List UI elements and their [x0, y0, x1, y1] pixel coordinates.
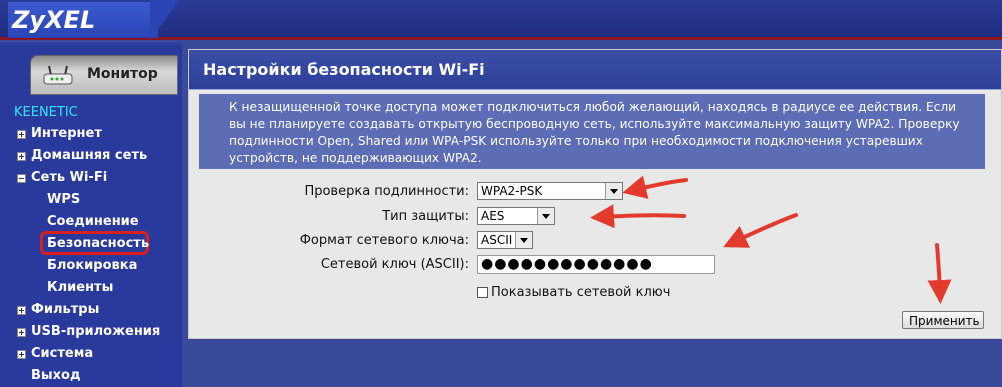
- sidebar-item-clients[interactable]: Клиенты: [0, 277, 182, 299]
- network-key-row: Сетевой ключ (ASCII): ●●●●●●●●●●●●●: [189, 255, 1001, 275]
- apply-button[interactable]: Применить: [902, 311, 984, 329]
- protection-row: Тип защиты: AES: [189, 207, 1001, 227]
- auth-row: Проверка подлинности: WPA2-PSK: [189, 182, 1001, 202]
- show-key-checkbox[interactable]: [477, 287, 488, 298]
- expand-icon[interactable]: [17, 306, 26, 315]
- chevron-down-icon[interactable]: [515, 232, 532, 248]
- sidebar-item-label: Фильтры: [31, 302, 100, 317]
- chevron-down-icon[interactable]: [537, 208, 554, 224]
- sidebar-item-label: Безопасность: [47, 236, 150, 251]
- network-key-input[interactable]: ●●●●●●●●●●●●●: [477, 255, 715, 274]
- protection-label: Тип защиты:: [382, 209, 469, 224]
- info-note: К незащищенной точке доступа может подкл…: [199, 94, 985, 169]
- sidebar-item-home-network[interactable]: Домашняя сеть: [0, 145, 182, 167]
- sidebar-item-usb-apps[interactable]: USB-приложения: [0, 321, 182, 343]
- expand-icon[interactable]: [17, 130, 26, 139]
- zyxel-logo: ZyXEL: [8, 2, 158, 38]
- expand-icon[interactable]: [17, 152, 26, 161]
- show-key-label[interactable]: Показывать сетевой ключ: [491, 285, 670, 300]
- logo-tab-edge: [150, 0, 180, 40]
- main-panel: Настройки безопасности Wi-Fi К незащищен…: [185, 43, 1002, 387]
- sidebar-item-filters[interactable]: Фильтры: [0, 299, 182, 321]
- expand-icon[interactable]: [17, 328, 26, 337]
- page-title: Настройки безопасности Wi-Fi: [203, 60, 485, 79]
- sidebar-item-label: WPS: [47, 192, 81, 207]
- sidebar: Монитор KEENETIC Интернет Домашняя сеть …: [0, 43, 182, 387]
- sidebar-item-label: Сеть Wi-Fi: [31, 170, 108, 185]
- sidebar-item-wifi[interactable]: Сеть Wi-Fi: [0, 167, 182, 189]
- sidebar-item-internet[interactable]: Интернет: [0, 123, 182, 145]
- menu-section-title: KEENETIC: [14, 105, 78, 120]
- panel-title-bar: Настройки безопасности Wi-Fi: [189, 50, 1001, 90]
- monitor-tab[interactable]: Монитор: [30, 55, 178, 95]
- sidebar-item-label: USB-приложения: [31, 324, 161, 339]
- sidebar-item-label: Соединение: [47, 214, 139, 229]
- expand-icon[interactable]: [17, 350, 26, 359]
- key-format-label: Формат сетевого ключа:: [299, 233, 469, 248]
- sidebar-item-label: Система: [31, 346, 94, 361]
- auth-select[interactable]: WPA2-PSK: [477, 182, 623, 200]
- sidebar-item-logout[interactable]: Выход: [0, 365, 182, 387]
- collapse-icon[interactable]: [17, 174, 26, 183]
- network-key-label: Сетевой ключ (ASCII):: [320, 257, 469, 272]
- sidebar-menu: KEENETIC Интернет Домашняя сеть Сеть Wi-…: [0, 101, 182, 387]
- chevron-down-icon[interactable]: [605, 183, 622, 199]
- header-bar: ZyXEL: [0, 0, 1002, 40]
- router-icon: [43, 65, 73, 85]
- monitor-label: Монитор: [87, 66, 158, 82]
- sidebar-item-wps[interactable]: WPS: [0, 189, 182, 211]
- settings-panel: Настройки безопасности Wi-Fi К незащищен…: [188, 49, 1002, 339]
- sidebar-item-label: Домашняя сеть: [31, 148, 148, 163]
- sidebar-item-connection[interactable]: Соединение: [0, 211, 182, 233]
- auth-label: Проверка подлинности:: [304, 184, 469, 199]
- sidebar-item-label: Блокировка: [47, 258, 138, 273]
- key-format-select[interactable]: ASCII: [477, 231, 533, 249]
- sidebar-item-label: Выход: [31, 368, 81, 383]
- auth-select-value: WPA2-PSK: [481, 184, 543, 198]
- key-format-row: Формат сетевого ключа: ASCII: [189, 231, 1001, 251]
- sidebar-item-label: Клиенты: [47, 280, 114, 295]
- sidebar-item-label: Интернет: [31, 126, 102, 141]
- key-format-select-value: ASCII: [481, 233, 513, 247]
- protection-select[interactable]: AES: [477, 207, 555, 225]
- sidebar-item-system[interactable]: Система: [0, 343, 182, 365]
- protection-select-value: AES: [481, 209, 505, 223]
- sidebar-item-blocking[interactable]: Блокировка: [0, 255, 182, 277]
- sidebar-item-security[interactable]: Безопасность: [0, 231, 182, 255]
